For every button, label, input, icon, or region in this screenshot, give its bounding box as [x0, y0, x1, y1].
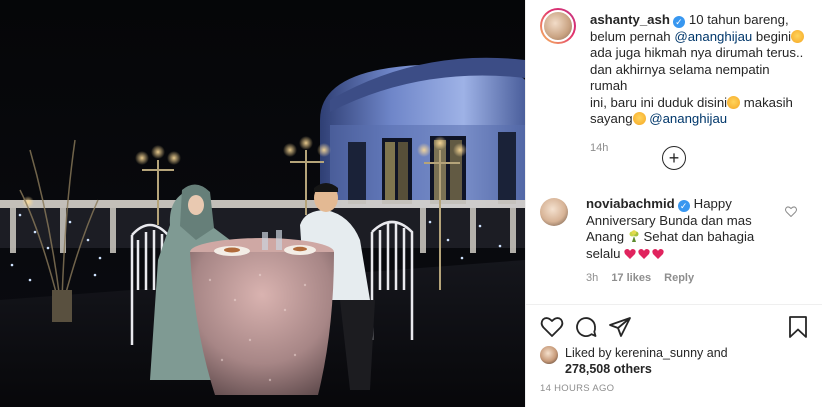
plus-circle-icon[interactable]: + [662, 146, 686, 170]
caption-line: makasih [740, 94, 793, 110]
caption-text: ashanty_ash ✓ 10 tahun bareng, belum perna… [590, 12, 810, 156]
heart-eyes-emoji-icon [632, 112, 646, 125]
author-avatar[interactable] [540, 8, 576, 44]
reply-button[interactable]: Reply [664, 272, 694, 284]
likes-summary: Liked by kerenina_sunny and 278,508 othe… [540, 345, 728, 377]
caption-line: sayang [590, 111, 633, 126]
comment-meta: 3h 17 likes Reply [586, 270, 786, 287]
verified-badge-icon: ✓ [672, 16, 685, 28]
rooftop-dinner-photo [0, 0, 525, 407]
red-heart-emoji-icon [624, 248, 666, 265]
post-timestamp[interactable]: 14 HOURS AGO [540, 383, 614, 394]
comment-text: selalu [586, 245, 625, 261]
likes-prefix: Liked by [565, 346, 616, 360]
author-avatar-image [542, 10, 574, 42]
comment: noviabachmid ✓ Happy Anniversary Bunda dan… [526, 196, 822, 287]
post-photo[interactable] [0, 0, 525, 407]
comment-text: Happy [693, 196, 732, 211]
verified-badge-icon: ✓ [677, 200, 690, 212]
post-sidebar: ashanty_ash ✓ 10 tahun bareng, belum perna… [525, 0, 822, 407]
action-bar [540, 315, 810, 339]
comment-likes[interactable]: 17 likes [611, 272, 651, 284]
instagram-post: ashanty_ash ✓ 10 tahun bareng, belum perna… [0, 0, 822, 407]
bouquet-emoji-icon [628, 230, 640, 243]
comment-time[interactable]: 3h [586, 272, 598, 284]
caption-username[interactable]: ashanty_ash [590, 12, 670, 27]
caption-line: ini, baru ini duduk disini [590, 94, 728, 110]
caption-line: belum pernah [590, 28, 675, 44]
commenter-avatar[interactable] [540, 198, 568, 226]
comment-text: Sehat dan bahagia [639, 229, 755, 244]
tongue-emoji-icon [727, 95, 741, 109]
comment-like-heart-icon[interactable] [785, 204, 797, 220]
likes-text: Liked by kerenina_sunny and 278,508 othe… [565, 345, 728, 377]
comment-body: noviabachmid ✓ Happy Anniversary Bunda dan… [586, 196, 786, 287]
liker-avatar[interactable] [540, 346, 558, 364]
caption-mention[interactable]: @ananghijau [674, 29, 752, 44]
comment-text: Anang [586, 229, 628, 244]
likes-middle: and [703, 346, 728, 360]
liker-username[interactable]: kerenina_sunny [615, 346, 703, 360]
caption-time[interactable]: 14h [590, 140, 810, 157]
comment-text: Anniversary Bunda dan mas [586, 212, 752, 228]
bookmark-icon[interactable] [786, 315, 810, 339]
post-caption: ashanty_ash ✓ 10 tahun bareng, belum perna… [526, 0, 822, 156]
likes-count[interactable]: 278,508 others [565, 362, 652, 376]
divider [526, 304, 822, 305]
caption-line: begini [752, 28, 792, 44]
caption-mention[interactable]: @ananghijau [649, 111, 727, 126]
caption-line: dan akhirnya selama nempatin rumah [590, 61, 770, 94]
comment-icon[interactable] [574, 315, 598, 339]
caption-line: 10 tahun bareng, [688, 12, 789, 27]
caption-line: ada juga hikmah nya dirumah terus.. [590, 45, 804, 60]
grin-emoji-icon [791, 29, 805, 43]
heart-icon[interactable] [540, 315, 564, 339]
share-icon[interactable] [608, 315, 632, 339]
comment-username[interactable]: noviabachmid [586, 196, 675, 211]
